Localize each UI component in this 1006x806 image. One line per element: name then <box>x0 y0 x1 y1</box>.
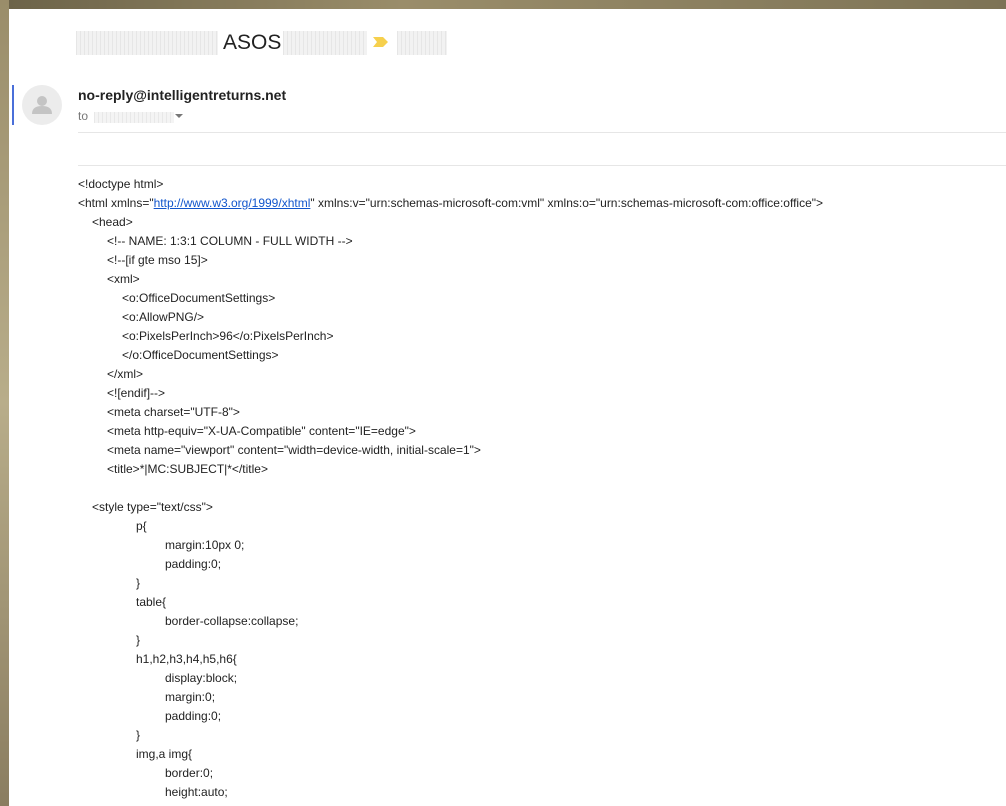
redacted-label-name <box>397 31 447 55</box>
chevron-down-icon[interactable] <box>174 111 184 121</box>
body-line: border-collapse:collapse; <box>165 614 299 628</box>
body-line: </xml> <box>107 367 144 381</box>
sender-header: no-reply@intelligentreturns.net to <box>9 85 1006 145</box>
email-subject: ASOS <box>223 31 282 54</box>
body-line: <html xmlns="http://www.w3.org/1999/xhtm… <box>78 194 1006 213</box>
body-line: } <box>136 576 141 590</box>
redacted-recipient <box>94 112 174 123</box>
body-line: <o:OfficeDocumentSettings> <box>122 291 276 305</box>
body-line: <meta charset="UTF-8"> <box>107 405 240 419</box>
sender-avatar[interactable] <box>22 85 62 125</box>
email-body: <!doctype html> <html xmlns="http://www.w… <box>78 175 1006 802</box>
body-line: <!-- NAME: 1:3:1 COLUMN - FULL WIDTH --> <box>107 234 353 248</box>
window-frame-left <box>0 0 9 806</box>
body-line: margin:10px 0; <box>165 538 245 552</box>
body-line: </o:OfficeDocumentSettings> <box>122 348 279 362</box>
body-line: <o:PixelsPerInch>96</o:PixelsPerInch> <box>122 329 334 343</box>
body-line: <meta http-equiv="X-UA-Compatible" conte… <box>107 424 416 438</box>
label-tag-icon[interactable] <box>373 36 389 48</box>
redacted-subject-prefix <box>76 31 218 55</box>
body-line: img,a img{ <box>136 747 193 761</box>
body-line: <meta name="viewport" content="width=dev… <box>107 443 481 457</box>
body-line: <!--[if gte mso 15]> <box>107 253 208 267</box>
body-line: <title>*|MC:SUBJECT|*</title> <box>107 462 268 476</box>
sender-address[interactable]: no-reply@intelligentreturns.net <box>78 86 286 104</box>
body-line: <xml> <box>107 272 140 286</box>
body-line: p{ <box>136 519 147 533</box>
recipient-label: to <box>78 109 89 123</box>
body-line-text: " xmlns:v="urn:schemas-microsoft-com:vml… <box>310 196 824 210</box>
body-line: <style type="text/css"> <box>92 500 213 514</box>
body-line: <o:AllowPNG/> <box>122 310 205 324</box>
body-line-text: <html xmlns=" <box>78 196 154 210</box>
body-line: padding:0; <box>165 557 222 571</box>
body-line: margin:0; <box>165 690 216 704</box>
email-viewer: ASOS no-reply@intelligentreturns.net to … <box>9 9 1006 806</box>
selection-indicator <box>12 85 14 125</box>
redacted-subject-suffix <box>283 31 367 55</box>
body-line: height:auto; <box>165 785 228 799</box>
body-line: } <box>136 728 141 742</box>
body-line: h1,h2,h3,h4,h5,h6{ <box>136 652 237 666</box>
body-line: border:0; <box>165 766 214 780</box>
body-line: display:block; <box>165 671 238 685</box>
body-line: <!doctype html> <box>78 177 164 191</box>
body-divider <box>78 165 1006 166</box>
window-frame-top <box>0 0 1006 9</box>
body-line <box>78 479 1006 498</box>
body-link[interactable]: http://www.w3.org/1999/xhtml <box>154 196 311 210</box>
body-line: } <box>136 633 141 647</box>
body-line: <![endif]--> <box>107 386 166 400</box>
header-divider <box>78 132 1006 133</box>
subject-row: ASOS <box>9 27 1006 59</box>
body-line: <head> <box>92 215 133 229</box>
person-icon <box>32 96 52 114</box>
body-line: padding:0; <box>165 709 222 723</box>
body-line: table{ <box>136 595 167 609</box>
